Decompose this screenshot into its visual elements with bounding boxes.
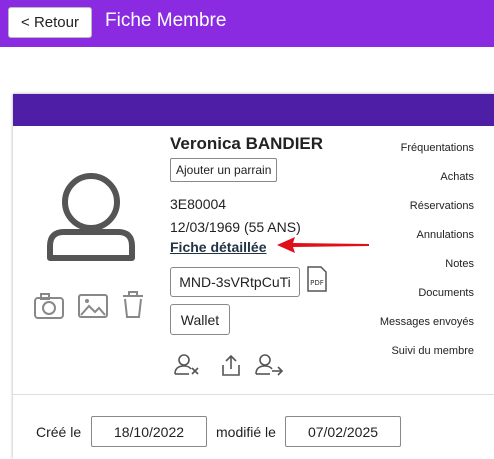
menu-documents[interactable]: Documents [380, 283, 474, 312]
photo-actions [33, 291, 153, 328]
card-header [13, 94, 494, 126]
created-date-field[interactable]: 18/10/2022 [91, 416, 207, 447]
side-menu: Fréquentations Achats Réservations Annul… [380, 138, 474, 370]
back-button[interactable]: < Retour [8, 7, 92, 38]
user-transfer-icon[interactable] [255, 354, 284, 376]
arrow-icon [277, 237, 369, 253]
wallet-button[interactable]: Wallet [170, 304, 230, 335]
user-avatar-icon[interactable] [46, 172, 136, 267]
menu-messages[interactable]: Messages envoyés [380, 312, 474, 341]
modified-date-field[interactable]: 07/02/2025 [285, 416, 401, 447]
menu-reservations[interactable]: Réservations [380, 196, 474, 225]
divider [13, 394, 494, 395]
image-icon[interactable] [78, 294, 108, 318]
member-name: Veronica BANDIER [170, 134, 324, 153]
user-remove-icon[interactable] [174, 354, 199, 375]
page-title: Fiche Membre [105, 10, 227, 31]
menu-notes[interactable]: Notes [380, 254, 474, 283]
trash-icon[interactable] [123, 291, 143, 318]
menu-annulations[interactable]: Annulations [380, 225, 475, 254]
member-actions [173, 353, 293, 382]
member-id: 3E80004 [170, 196, 227, 212]
menu-suivi[interactable]: Suivi du membre [380, 341, 474, 370]
menu-achats[interactable]: Achats [380, 167, 474, 196]
member-card: Veronica BANDIER Ajouter un parrain 3E80… [13, 94, 494, 459]
add-sponsor-button[interactable]: Ajouter un parrain [170, 158, 278, 182]
top-bar: < Retour Fiche Membre [0, 0, 494, 47]
modified-label: modifié le [216, 424, 276, 440]
created-label: Créé le [36, 424, 82, 440]
menu-frequentations[interactable]: Fréquentations [380, 138, 474, 167]
detail-link[interactable]: Fiche détaillée [170, 239, 266, 255]
camera-icon[interactable] [34, 293, 64, 319]
upload-icon[interactable] [222, 354, 240, 376]
pdf-icon[interactable]: PDF [306, 266, 328, 297]
member-code-button[interactable]: MND-3sVRtpCuTi [170, 267, 300, 297]
svg-text:PDF: PDF [310, 279, 324, 287]
